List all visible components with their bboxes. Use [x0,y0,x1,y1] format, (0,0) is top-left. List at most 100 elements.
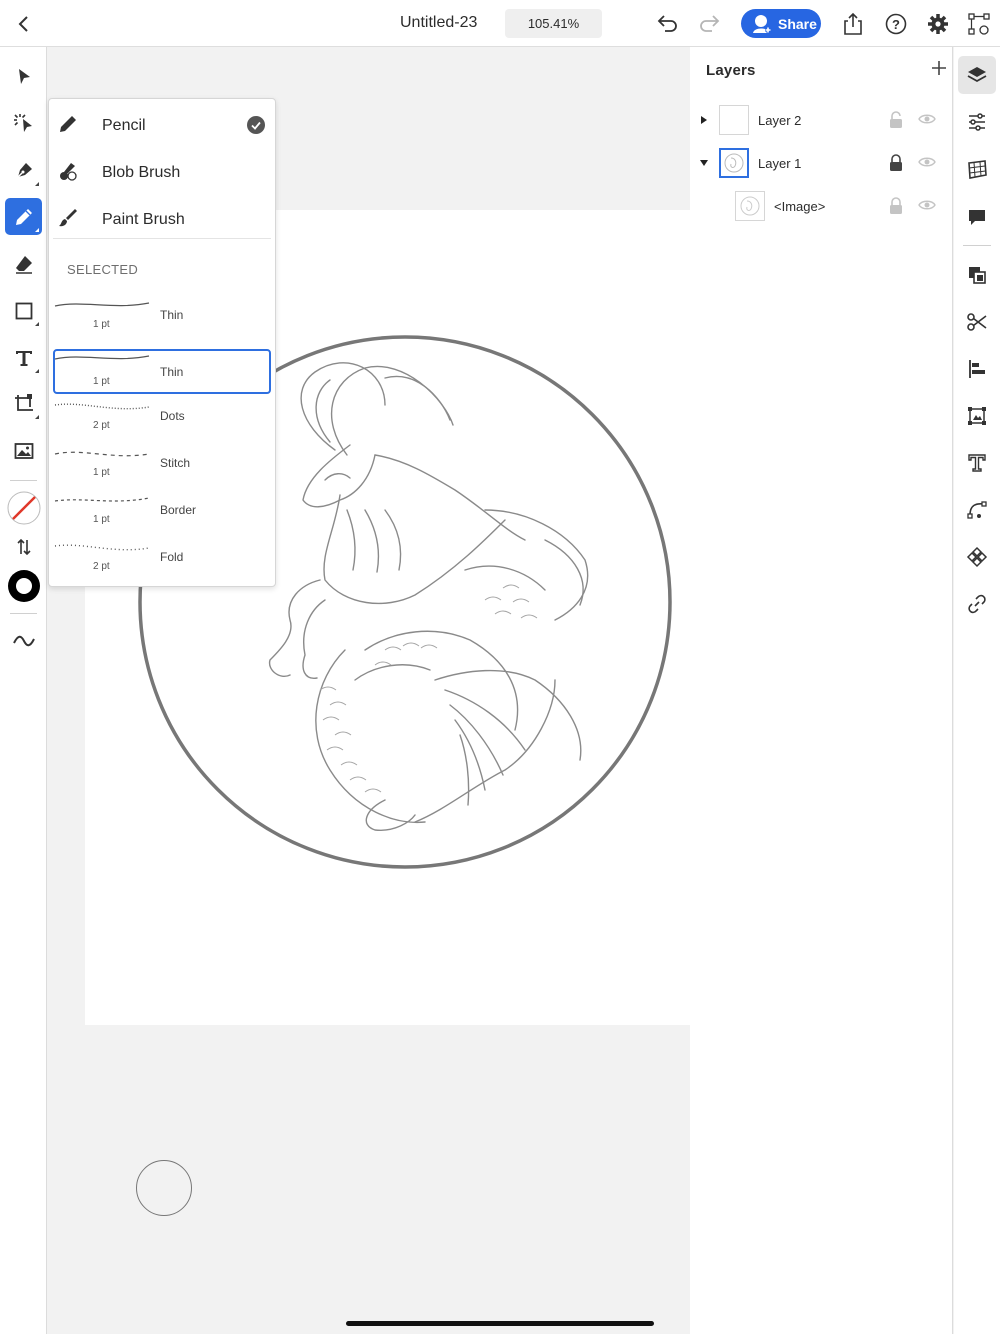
toolbar-divider [963,245,991,246]
pen-tool[interactable] [5,152,42,189]
back-chevron-icon[interactable] [12,12,36,36]
text-tool[interactable] [958,444,996,482]
stroke-preview-fold [54,544,150,551]
align-icon [969,360,985,378]
visibility-eye-icon[interactable] [918,199,936,211]
export-icon[interactable] [840,11,866,37]
locked-padlock-icon[interactable] [888,154,904,172]
place-image-tool[interactable] [5,432,42,469]
stroke-option[interactable]: 1 pt Thin [53,298,271,343]
link-icon [968,594,986,614]
smooth-tool[interactable] [5,622,42,659]
pencil-tool[interactable] [5,198,42,235]
stroke-option[interactable]: 1 pt Stitch [53,446,271,491]
layers-panel-tool[interactable] [958,56,996,94]
rectangle-icon [15,302,32,319]
home-indicator [346,1321,654,1326]
document-title[interactable]: Untitled-23 [400,14,477,32]
stroke-size: 1 pt [93,319,110,330]
comment-icon [969,210,985,225]
tool-corner [35,228,39,232]
toolbar-divider [10,613,37,614]
share-button[interactable]: Share [741,9,821,38]
stroke-swatch[interactable] [5,567,42,604]
eraser-icon [15,255,32,274]
type-tool[interactable] [5,339,42,376]
stroke-name: Dots [160,409,185,423]
collapse-triangle-icon[interactable] [699,158,709,168]
sliders-icon [969,113,985,131]
transform-tool[interactable] [5,385,42,422]
stroke-option[interactable]: 2 pt Fold [53,540,271,585]
brush-label: Blob Brush [102,164,181,181]
direct-selection-tool[interactable] [5,105,42,142]
layer-name: Layer 2 [758,113,802,128]
layers-icon [967,67,987,83]
layer-row-selected[interactable]: Layer 1 [690,144,952,184]
pencil-icon [60,116,76,132]
visibility-eye-icon[interactable] [918,113,936,125]
stroke-option[interactable]: 2 pt Dots [53,399,271,444]
paint-brush-icon [59,209,77,227]
stroke-preview-stitch [54,451,150,457]
zoom-level[interactable]: 105.41% [505,9,602,38]
redo-icon[interactable] [697,11,723,37]
fill-swatch[interactable] [5,489,42,526]
repeat-tool[interactable] [958,538,996,576]
stroke-option-selected[interactable]: 1 pt Thin [53,349,271,394]
touch-shortcut-circle[interactable] [136,1160,192,1216]
stroke-size: 1 pt [93,514,110,525]
layer-thumbnail [735,191,765,221]
add-layer-plus-icon[interactable] [930,59,948,77]
expand-triangle-icon[interactable] [699,115,709,125]
checkmark-circle-icon [247,116,265,134]
left-toolbar [0,47,47,1334]
brush-popover: Pencil Blob Brush Paint Brush SELECTED 1… [48,98,276,587]
image-trace-tool[interactable] [958,397,996,435]
unlocked-padlock-icon[interactable] [888,111,904,129]
right-toolbar [954,47,1000,1334]
properties-tool[interactable] [958,103,996,141]
shape-tool[interactable] [5,292,42,329]
layer-name: <Image> [774,199,826,214]
layers-panel: Layers Layer 2 Layer 1 <Image> [690,47,953,1334]
invite-user-icon [753,15,771,33]
transform-icon [14,393,33,411]
arrow-icon [18,68,30,84]
stroke-option[interactable]: 1 pt Border [53,493,271,538]
link-tool[interactable] [958,585,996,623]
vector-path-icon[interactable] [966,11,992,37]
align-tool[interactable] [958,350,996,388]
brush-option-blob-brush[interactable]: Blob Brush [49,148,275,195]
swap-colors-button[interactable] [5,528,42,565]
stroke-name: Thin [160,308,184,322]
stroke-name: Fold [160,550,184,564]
cut-tool[interactable] [958,303,996,341]
image-icon [14,442,33,459]
stroke-name: Stitch [160,456,191,470]
brush-option-paint-brush[interactable]: Paint Brush [49,195,275,242]
swap-arrows-icon [16,538,31,555]
stroke-name: Border [160,503,197,517]
pencil-icon [15,208,32,225]
repeat-icon [966,546,988,568]
undo-icon[interactable] [654,11,680,37]
brush-option-pencil[interactable]: Pencil [49,101,275,148]
scissors-icon [967,313,987,331]
grid-tool[interactable] [958,151,996,189]
visibility-eye-icon[interactable] [918,156,936,168]
help-icon[interactable]: ? [883,11,909,37]
path-tool[interactable] [958,491,996,529]
comments-tool[interactable] [958,198,996,236]
thumbnail-artwork-icon [740,196,760,216]
selection-tool[interactable] [5,58,42,95]
layer-row[interactable]: Layer 2 [690,101,952,141]
brush-label: Pencil [102,117,146,134]
arrange-icon [969,267,986,284]
settings-gear-icon[interactable] [925,11,951,37]
layer-row-child[interactable]: <Image> [690,187,952,227]
smooth-wave-icon [12,635,35,646]
eraser-tool[interactable] [5,245,42,282]
arrange-tool[interactable] [958,256,996,294]
locked-padlock-icon[interactable] [888,197,904,215]
